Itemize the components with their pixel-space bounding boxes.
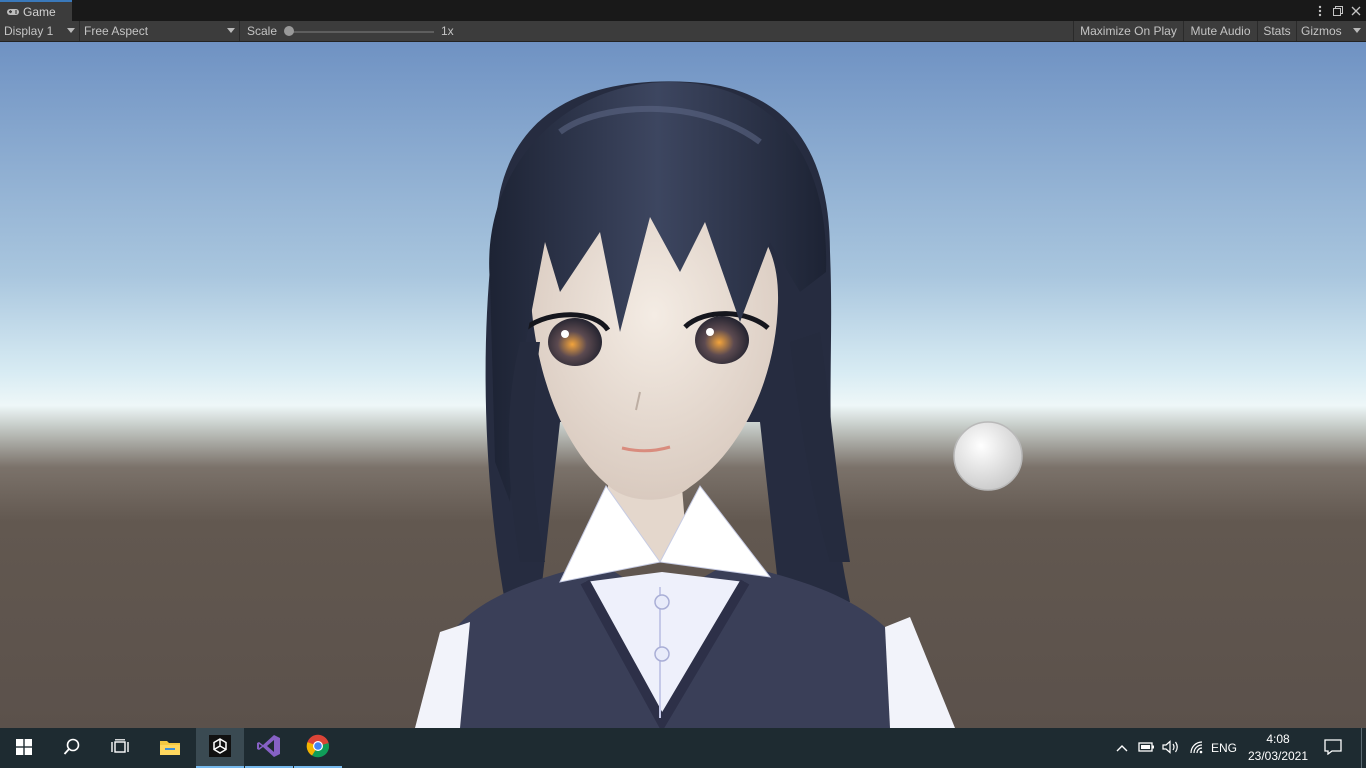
stats-label: Stats — [1263, 24, 1291, 38]
aspect-dropdown-label: Free Aspect — [84, 24, 149, 38]
scale-slider-thumb[interactable] — [284, 26, 294, 36]
maximize-on-play-button[interactable]: Maximize On Play — [1073, 21, 1183, 41]
search-icon — [63, 738, 81, 759]
gizmos-dropdown[interactable]: Gizmos — [1296, 21, 1366, 41]
display-dropdown[interactable]: Display 1 — [0, 21, 80, 41]
search-button[interactable] — [48, 728, 96, 768]
gamepad-icon — [6, 7, 20, 17]
maximize-on-play-label: Maximize On Play — [1080, 24, 1177, 38]
show-desktop-divider[interactable] — [1361, 728, 1362, 768]
wifi-icon — [1189, 740, 1205, 757]
clock-date: 23/03/2021 — [1247, 749, 1309, 763]
close-icon[interactable] — [1350, 3, 1362, 19]
gizmos-label: Gizmos — [1301, 24, 1342, 38]
game-tab[interactable]: Game — [0, 0, 72, 21]
mute-audio-label: Mute Audio — [1190, 24, 1251, 38]
chrome-taskbar-button[interactable] — [294, 728, 342, 768]
scale-label: Scale — [247, 24, 278, 38]
language-indicator[interactable]: ENG — [1208, 728, 1240, 768]
chrome-icon — [306, 734, 330, 761]
action-center-button[interactable] — [1318, 728, 1348, 768]
maximize-icon[interactable] — [1332, 3, 1344, 19]
windows-taskbar: ENG 4:08 23/03/2021 — [0, 728, 1366, 768]
clock-time: 4:08 — [1266, 732, 1290, 746]
file-explorer-icon — [159, 738, 181, 759]
aspect-dropdown[interactable]: Free Aspect — [80, 21, 240, 41]
notification-icon — [1324, 738, 1342, 758]
game-view-toolbar: Display 1 Free Aspect Scale 1x Maximize … — [0, 21, 1366, 42]
clock[interactable]: 4:08 23/03/2021 — [1244, 728, 1312, 768]
game-scene — [0, 42, 1366, 728]
windows-start-icon — [16, 738, 32, 758]
task-view-button[interactable] — [96, 728, 144, 768]
unity-tab-bar: Game — [0, 0, 1366, 21]
battery-icon — [1138, 741, 1156, 756]
stats-button[interactable]: Stats — [1257, 21, 1296, 41]
game-viewport[interactable] — [0, 42, 1366, 728]
language-label: ENG — [1210, 741, 1237, 755]
more-icon[interactable] — [1314, 3, 1326, 19]
visual-studio-icon — [257, 734, 281, 761]
wifi-button[interactable] — [1186, 728, 1208, 768]
dropdown-arrow-icon — [67, 28, 75, 33]
dropdown-arrow-icon — [227, 28, 235, 33]
scale-value: 1x — [441, 24, 454, 38]
display-dropdown-label: Display 1 — [4, 24, 54, 38]
white-circle-button[interactable] — [953, 421, 1023, 491]
unity-icon — [209, 734, 231, 760]
dropdown-arrow-icon — [1353, 28, 1361, 33]
chevron-up-icon — [1116, 741, 1128, 755]
window-controls — [1314, 0, 1362, 21]
game-tab-label: Game — [23, 4, 56, 19]
volume-icon — [1162, 739, 1180, 757]
task-view-icon — [111, 738, 129, 758]
mute-audio-button[interactable]: Mute Audio — [1183, 21, 1257, 41]
volume-button[interactable] — [1160, 728, 1182, 768]
file-explorer-button[interactable] — [146, 728, 194, 768]
show-hidden-icons-button[interactable] — [1112, 728, 1132, 768]
windows-start-button[interactable] — [0, 728, 48, 768]
battery-button[interactable] — [1136, 728, 1158, 768]
scale-slider-track[interactable] — [288, 31, 434, 33]
visual-studio-taskbar-button[interactable] — [245, 728, 293, 768]
unity-taskbar-button[interactable] — [196, 728, 244, 768]
